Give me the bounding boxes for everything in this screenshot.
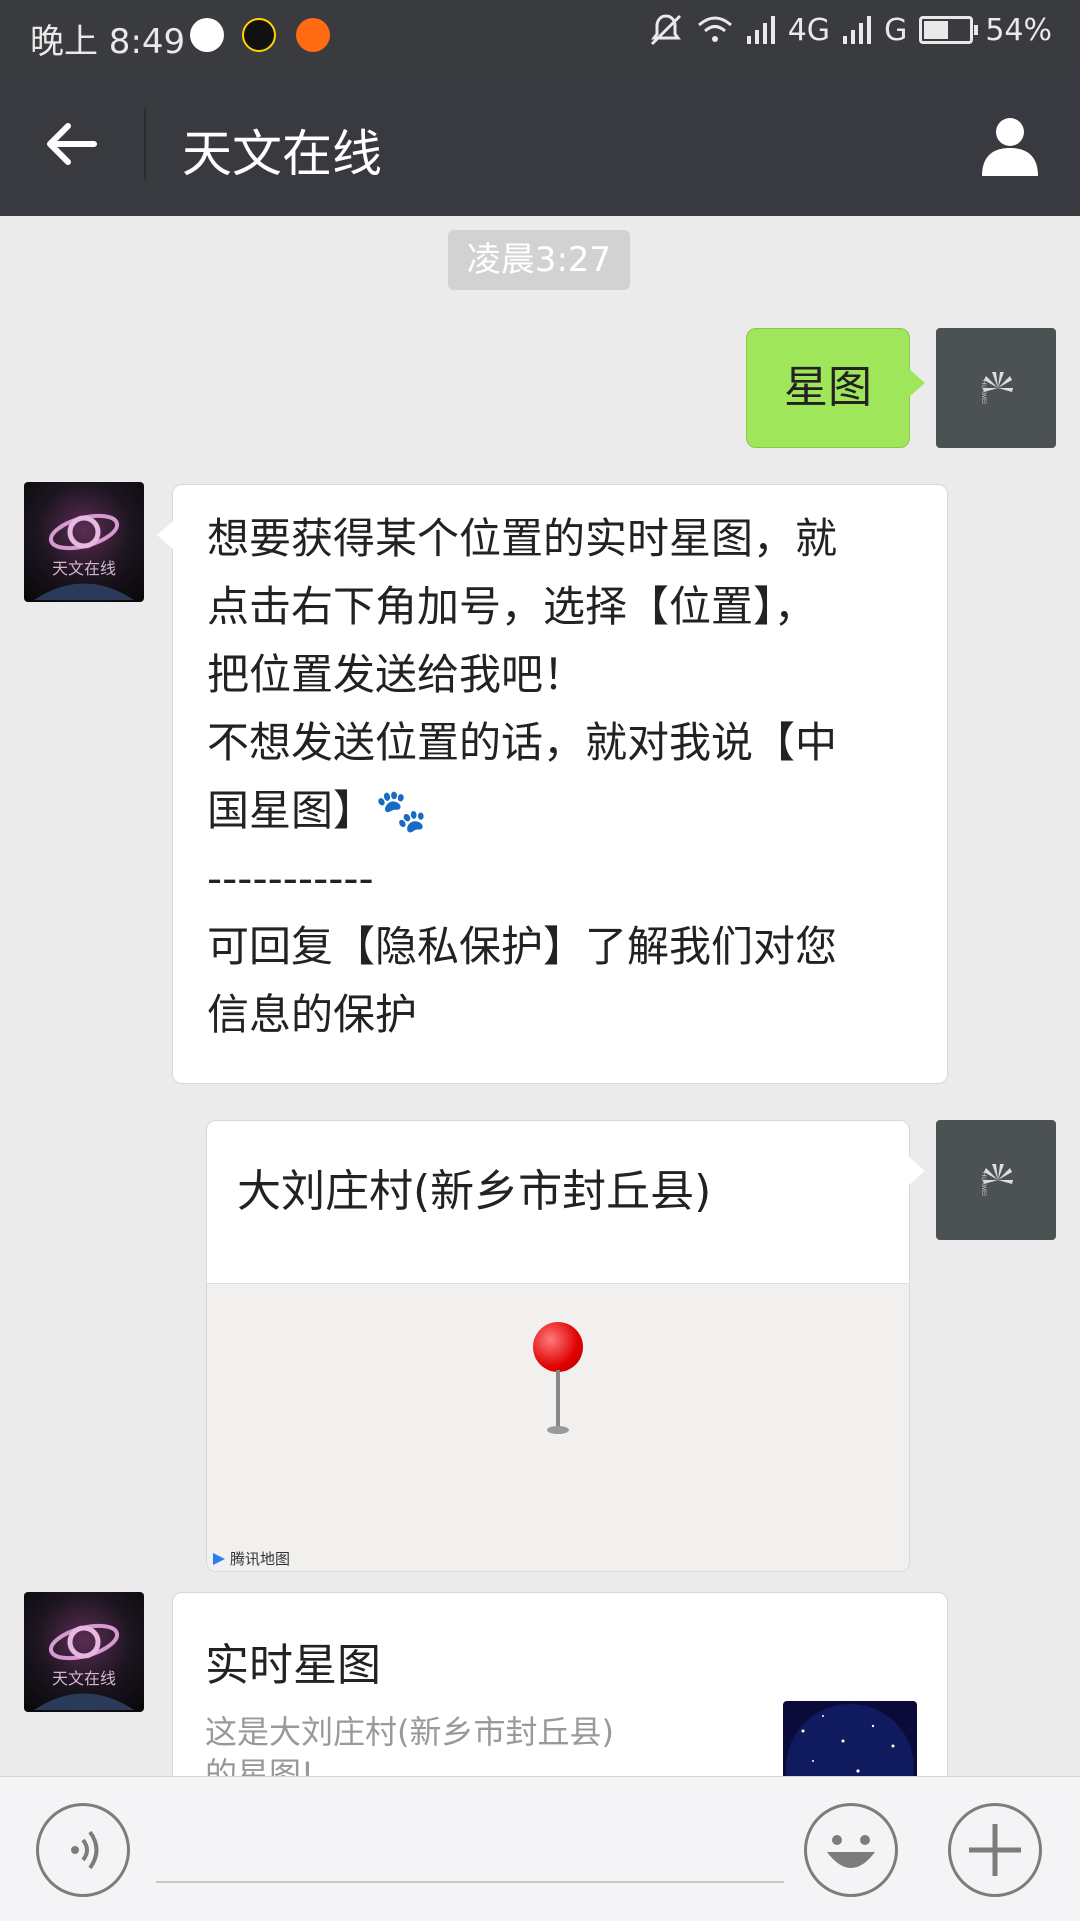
- battery-icon: [919, 16, 979, 44]
- chat-area[interactable]: 凌晨3:27 星图 HUAWEI 天文在线 想要获得某个位置的实时星图，就 点击…: [0, 216, 1080, 1794]
- tencent-map-icon: [213, 1552, 225, 1565]
- user-avatar[interactable]: HUAWEI: [936, 328, 1056, 448]
- signal-2-icon: [843, 16, 872, 44]
- chat-title: 天文在线: [182, 125, 382, 183]
- emoji-button[interactable]: [804, 1803, 898, 1897]
- plus-icon: [969, 1824, 1021, 1876]
- map-pin-icon: [533, 1322, 583, 1372]
- user-message-bubble[interactable]: 星图: [746, 328, 925, 448]
- location-name: 大刘庄村(新乡市封丘县): [237, 1166, 712, 1217]
- location-message-bubble[interactable]: 大刘庄村(新乡市封丘县) 腾讯地图: [206, 1120, 925, 1572]
- bot-logo-text: 天文在线: [52, 1669, 116, 1688]
- signal-icon: [746, 16, 775, 44]
- huawei-logo-icon: HUAWEI: [980, 1164, 1013, 1196]
- bot-logo-icon: 天文在线: [34, 1623, 134, 1710]
- bot-logo-icon: 天文在线: [34, 513, 134, 600]
- status-bar: 晚上 8:49 4G G 54%: [0, 0, 1080, 72]
- wifi-icon: [697, 16, 732, 42]
- voice-icon: [71, 1830, 99, 1870]
- battery-percent: 54%: [985, 12, 1052, 48]
- nav-divider: [144, 108, 146, 180]
- starmap-card[interactable]: 实时星图 这是大刘庄村(新乡市封丘县)的星图!: [172, 1592, 948, 1794]
- bot-logo-text: 天文在线: [52, 559, 116, 578]
- bot-message-text: 想要获得某个位置的实时星图，就 点击右下角加号，选择【位置】， 把位置发送给我吧…: [207, 514, 838, 1039]
- network-g-label: G: [884, 12, 908, 48]
- battery-fill: [924, 21, 949, 39]
- mute-bell-icon: [650, 14, 681, 46]
- network-4g-label: 4G: [787, 12, 831, 48]
- message-input[interactable]: [156, 1819, 784, 1883]
- app-notification-icon: [296, 18, 330, 52]
- huawei-logo-text: HUAWEI: [980, 380, 986, 404]
- status-right-group: 4G G 54%: [648, 12, 1052, 48]
- location-map[interactable]: 腾讯地图: [207, 1283, 909, 1571]
- qq-icon: [242, 18, 276, 52]
- bot-avatar[interactable]: 天文在线: [24, 482, 144, 602]
- bot-message-bubble[interactable]: 想要获得某个位置的实时星图，就 点击右下角加号，选择【位置】， 把位置发送给我吧…: [157, 484, 948, 1084]
- back-arrow-icon[interactable]: [44, 116, 100, 172]
- input-bar: [0, 1776, 1080, 1921]
- status-time: 晚上 8:49: [30, 22, 186, 62]
- smile-icon: [827, 1835, 875, 1868]
- voice-button[interactable]: [36, 1803, 130, 1897]
- profile-icon[interactable]: [978, 112, 1042, 176]
- huawei-logo-text: HUAWEI: [980, 1172, 986, 1196]
- user-avatar[interactable]: HUAWEI: [936, 1120, 1056, 1240]
- more-button[interactable]: [948, 1803, 1042, 1897]
- timestamp-chip: 凌晨3:27: [448, 230, 630, 290]
- card-title: 实时星图: [205, 1640, 381, 1691]
- notification-dot-icon: [190, 18, 224, 52]
- map-provider-label: 腾讯地图: [230, 1550, 291, 1568]
- nav-bar: 天文在线: [0, 72, 1080, 216]
- huawei-logo-icon: HUAWEI: [980, 372, 1013, 404]
- map-provider-logo: 腾讯地图: [211, 1548, 290, 1569]
- map-pin-stick: [556, 1370, 560, 1430]
- map-pin-base: [547, 1426, 569, 1434]
- bot-avatar[interactable]: 天文在线: [24, 1592, 144, 1712]
